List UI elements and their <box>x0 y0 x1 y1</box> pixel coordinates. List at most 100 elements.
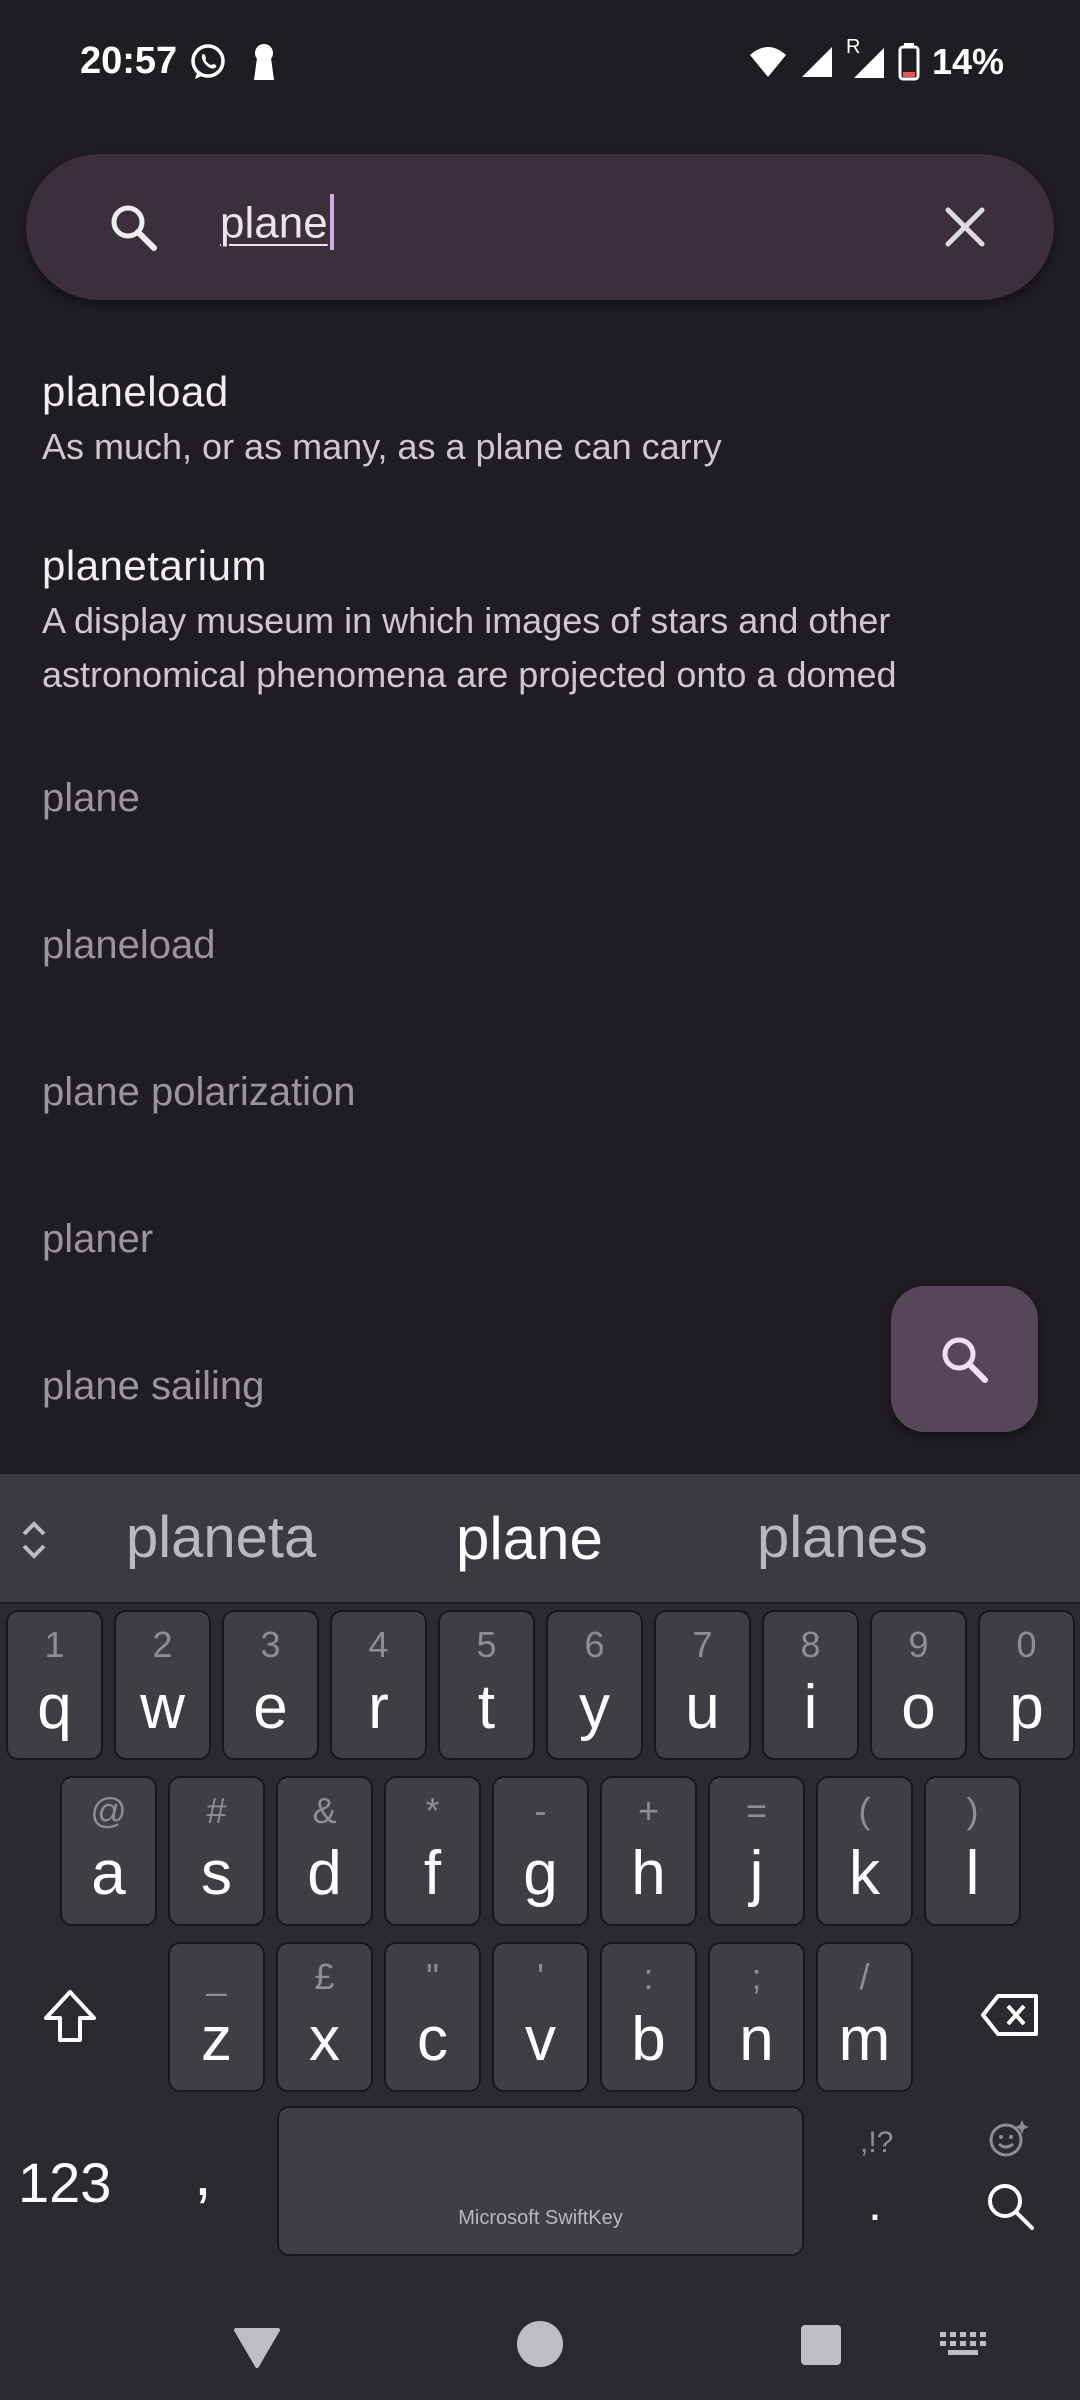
suggestion-item[interactable]: planer <box>42 1217 153 1262</box>
key-l[interactable]: ) l <box>924 1776 1021 1926</box>
expand-icon[interactable] <box>14 1518 54 1562</box>
key-label: l <box>965 1839 980 1908</box>
key-hint: & <box>312 1790 337 1831</box>
prediction-left[interactable]: planeta <box>126 1504 316 1571</box>
key-v[interactable]: ' v <box>492 1942 589 2092</box>
result-item[interactable]: planetarium A display museum in which im… <box>42 542 1042 702</box>
shift-icon[interactable] <box>40 1986 100 2046</box>
key-c[interactable]: " c <box>384 1942 481 2092</box>
key-n[interactable]: ; n <box>708 1942 805 2092</box>
key-m[interactable]: / m <box>816 1942 913 2092</box>
key-a[interactable]: @ a <box>60 1776 157 1926</box>
search-query: plane <box>220 198 328 248</box>
close-icon[interactable] <box>936 198 994 256</box>
key-label: q <box>37 1673 72 1742</box>
emoji-icon[interactable] <box>988 2118 1030 2160</box>
key-label: t <box>477 1673 496 1742</box>
suggestion-item[interactable]: plane sailing <box>42 1364 264 1409</box>
space-label: Microsoft SwiftKey <box>458 2207 623 2229</box>
key-label: f <box>423 1839 442 1908</box>
keyboard-icon[interactable] <box>940 2332 986 2358</box>
key-label: c <box>417 2005 448 2074</box>
key-hint: : <box>643 1956 654 1997</box>
result-definition-line: astronomical phenomena are projected ont… <box>42 654 897 695</box>
status-icons-left <box>188 42 278 82</box>
key-j[interactable]: = j <box>708 1776 805 1926</box>
text-caret <box>329 194 334 250</box>
key-label: b <box>631 2005 666 2074</box>
key-label: i <box>803 1673 818 1742</box>
key-hint: ' <box>537 1956 544 1997</box>
suggestion-item[interactable]: plane <box>42 776 140 821</box>
key-o[interactable]: 9o <box>870 1610 967 1760</box>
key-w[interactable]: 2w <box>114 1610 211 1760</box>
key-z[interactable]: _ z <box>168 1942 265 2092</box>
key-p[interactable]: 0p <box>978 1610 1075 1760</box>
backspace-icon[interactable] <box>980 1992 1040 2038</box>
key-b[interactable]: :b <box>600 1942 697 2092</box>
key-u[interactable]: 7u <box>654 1610 751 1760</box>
key-hint: # <box>206 1790 227 1831</box>
key-label: p <box>1009 1673 1044 1742</box>
key-i[interactable]: 8i <box>762 1610 859 1760</box>
keyboard: planeta plane planes 1q2w3e4r5t6y7u8i9o0… <box>0 1474 1080 2270</box>
key-d[interactable]: & d <box>276 1776 373 1926</box>
key-hint: = <box>745 1790 768 1831</box>
search-input[interactable]: plane <box>220 194 334 254</box>
prediction-bar: planeta plane planes <box>0 1474 1080 1604</box>
period-key[interactable]: . <box>868 2174 882 2232</box>
key-hint: 9 <box>908 1624 929 1665</box>
key-label: m <box>838 2005 891 2074</box>
search-fab-button[interactable] <box>891 1286 1038 1432</box>
search-icon <box>942 1337 988 1383</box>
status-icons-right: R 14% <box>748 36 1004 82</box>
key-hint: * <box>425 1790 440 1831</box>
result-definition: As much, or as many, as a plane can carr… <box>42 426 722 467</box>
key-t[interactable]: 5t <box>438 1610 535 1760</box>
keyhole-icon <box>254 44 274 80</box>
key-f[interactable]: * f <box>384 1776 481 1926</box>
recents-icon[interactable] <box>800 2324 842 2366</box>
result-item[interactable]: planeload As much, or as many, as a plan… <box>42 368 1042 474</box>
key-label: k <box>849 1839 880 1908</box>
key-h[interactable]: + h <box>600 1776 697 1926</box>
key-hint: ( <box>858 1790 871 1831</box>
key-label: n <box>739 2005 774 2074</box>
result-word: planeload <box>42 368 229 415</box>
key-e[interactable]: 3e <box>222 1610 319 1760</box>
key-label: v <box>525 2005 556 2074</box>
suggestion-item[interactable]: planeload <box>42 923 216 968</box>
key-q[interactable]: 1q <box>6 1610 103 1760</box>
key-k[interactable]: (k <box>816 1776 913 1926</box>
key-label: o <box>901 1673 936 1742</box>
home-icon[interactable] <box>516 2320 564 2368</box>
key-hint: 5 <box>476 1624 497 1665</box>
key-s[interactable]: # s <box>168 1776 265 1926</box>
search-bar[interactable]: plane <box>26 154 1054 300</box>
key-hint: 0 <box>1016 1624 1037 1665</box>
search-icon[interactable] <box>106 200 162 256</box>
key-label: y <box>579 1673 610 1742</box>
key-hint: £ <box>314 1956 335 1997</box>
suggestion-item[interactable]: plane polarization <box>42 1070 356 1115</box>
space-key[interactable]: Microsoft SwiftKey <box>277 2106 804 2256</box>
key-hint: 1 <box>44 1624 65 1665</box>
key-y[interactable]: 6y <box>546 1610 643 1760</box>
key-g[interactable]: -g <box>492 1776 589 1926</box>
key-hint: ; <box>751 1956 762 1997</box>
result-word: planetarium <box>42 542 267 589</box>
back-icon[interactable] <box>232 2326 282 2370</box>
key-hint: ) <box>966 1790 979 1831</box>
comma-key[interactable]: , <box>194 2136 212 2210</box>
prediction-right[interactable]: planes <box>757 1504 928 1571</box>
key-hint: _ <box>206 1956 227 1997</box>
prediction-center[interactable]: plane <box>456 1504 603 1573</box>
signal-icon <box>801 47 832 77</box>
key-hint: 6 <box>584 1624 605 1665</box>
key-r[interactable]: 4r <box>330 1610 427 1760</box>
key-label: h <box>631 1839 666 1908</box>
key-x[interactable]: £ x <box>276 1942 373 2092</box>
search-icon[interactable] <box>984 2180 1036 2232</box>
numbers-key[interactable]: 123 <box>18 2150 111 2215</box>
battery-percent: 14% <box>931 41 1004 82</box>
